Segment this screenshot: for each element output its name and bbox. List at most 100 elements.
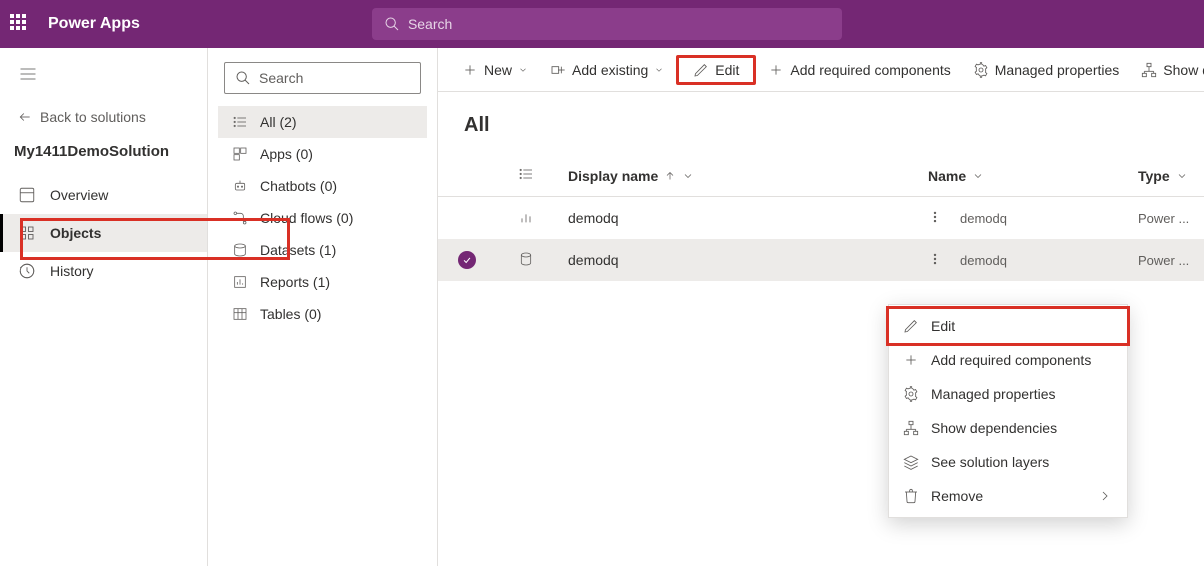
ctx-label: See solution layers [931,454,1049,470]
chevron-right-icon [1097,488,1113,504]
tree-apps[interactable]: Apps (0) [218,138,427,170]
solution-title: My1411DemoSolution [0,139,207,176]
table-row[interactable]: demodq demodq Power ... [438,197,1204,239]
row-more-button[interactable] [928,210,942,227]
tree-search[interactable]: Search [224,62,421,94]
chevron-down-icon [682,170,694,182]
barchart-icon [518,209,534,225]
tree-label: Tables (0) [260,306,321,322]
dependency-icon [903,420,919,436]
chevron-down-icon [654,65,664,75]
cmd-label: Edit [715,62,739,78]
annotation-highlight [20,218,290,260]
sort-up-icon [664,170,676,182]
row-name: demodq [960,211,1007,226]
tree-label: All (2) [260,114,297,130]
ctx-remove[interactable]: Remove [889,479,1127,513]
gear-icon [973,62,989,78]
back-to-solutions[interactable]: Back to solutions [0,101,207,139]
chevron-down-icon [972,170,984,182]
row-display: demodq [568,210,928,226]
check-icon [462,255,472,265]
ctx-add-required[interactable]: Add required components [889,343,1127,377]
items-table: Display name Name Type demodq [438,155,1204,281]
plus-icon [768,62,784,78]
ctx-label: Edit [931,318,955,334]
search-icon [384,16,400,32]
add-existing-icon [550,62,566,78]
nav-overview[interactable]: Overview [0,176,207,214]
tree-reports[interactable]: Reports (1) [218,266,427,298]
cmd-label: Add required components [790,62,950,78]
ctx-label: Show dependencies [931,420,1057,436]
cmd-show-dep[interactable]: Show de [1131,56,1204,84]
table-icon [232,306,248,322]
col-display-name[interactable]: Display name [568,168,928,184]
table-row[interactable]: demodq demodq Power ... [438,239,1204,281]
cmd-label: Show de [1163,62,1204,78]
cmd-add-existing[interactable]: Add existing [540,56,674,84]
list-icon [518,166,534,182]
nav-label: Overview [50,187,108,203]
tree-label: Apps (0) [260,146,313,162]
row-display: demodq [568,252,928,268]
row-type: Power ... [1138,211,1204,226]
gear-icon [903,386,919,402]
overview-icon [18,186,36,204]
ctx-label: Add required components [931,352,1091,368]
arrow-left-icon [18,110,32,124]
cmd-add-required[interactable]: Add required components [758,56,960,84]
pencil-icon [903,318,919,334]
history-icon [18,262,36,280]
tree-tables[interactable]: Tables (0) [218,298,427,330]
tree-all[interactable]: All (2) [218,106,427,138]
global-search-placeholder: Search [408,16,452,32]
cmd-edit[interactable]: Edit [676,55,756,85]
ctx-edit[interactable]: Edit [889,309,1127,343]
ctx-managed[interactable]: Managed properties [889,377,1127,411]
tree-label: Chatbots (0) [260,178,337,194]
cmd-label: Managed properties [995,62,1120,78]
cmd-managed[interactable]: Managed properties [963,56,1130,84]
cmd-new[interactable]: New [452,56,538,84]
dependency-icon [1141,62,1157,78]
report-icon [232,274,248,290]
col-name[interactable]: Name [928,168,1138,184]
chevron-down-icon [1176,170,1188,182]
row-more-button[interactable] [928,252,942,269]
top-bar: Power Apps Search [0,0,1204,48]
pencil-icon [693,62,709,78]
ctx-show-dep[interactable]: Show dependencies [889,411,1127,445]
hamburger-button[interactable] [0,58,207,101]
brand-label: Power Apps [48,15,140,33]
trash-icon [903,488,919,504]
col-type[interactable]: Type [1138,168,1204,184]
plus-icon [462,62,478,78]
row-name: demodq [960,253,1007,268]
context-menu: Edit Add required components Managed pro… [888,304,1128,518]
cmd-label: Add existing [572,62,648,78]
table-header: Display name Name Type [438,155,1204,197]
chevron-down-icon [518,65,528,75]
command-bar: New Add existing Edit Add required compo… [438,48,1204,92]
ctx-label: Managed properties [931,386,1056,402]
left-nav: Back to solutions My1411DemoSolution Ove… [0,48,208,566]
ctx-layers[interactable]: See solution layers [889,445,1127,479]
search-icon [235,70,251,86]
global-search[interactable]: Search [372,8,842,40]
tree-chatbots[interactable]: Chatbots (0) [218,170,427,202]
list-icon [232,114,248,130]
tree-label: Reports (1) [260,274,330,290]
plus-icon [903,352,919,368]
ctx-label: Remove [931,488,983,504]
tree-search-placeholder: Search [259,70,303,86]
waffle-icon[interactable] [10,14,30,34]
bot-icon [232,178,248,194]
nav-label: History [50,263,94,279]
layers-icon [903,454,919,470]
dataset-icon [518,251,534,267]
apps-icon [232,146,248,162]
back-label: Back to solutions [40,109,146,125]
row-selected-check[interactable] [458,251,476,269]
row-type: Power ... [1138,253,1204,268]
